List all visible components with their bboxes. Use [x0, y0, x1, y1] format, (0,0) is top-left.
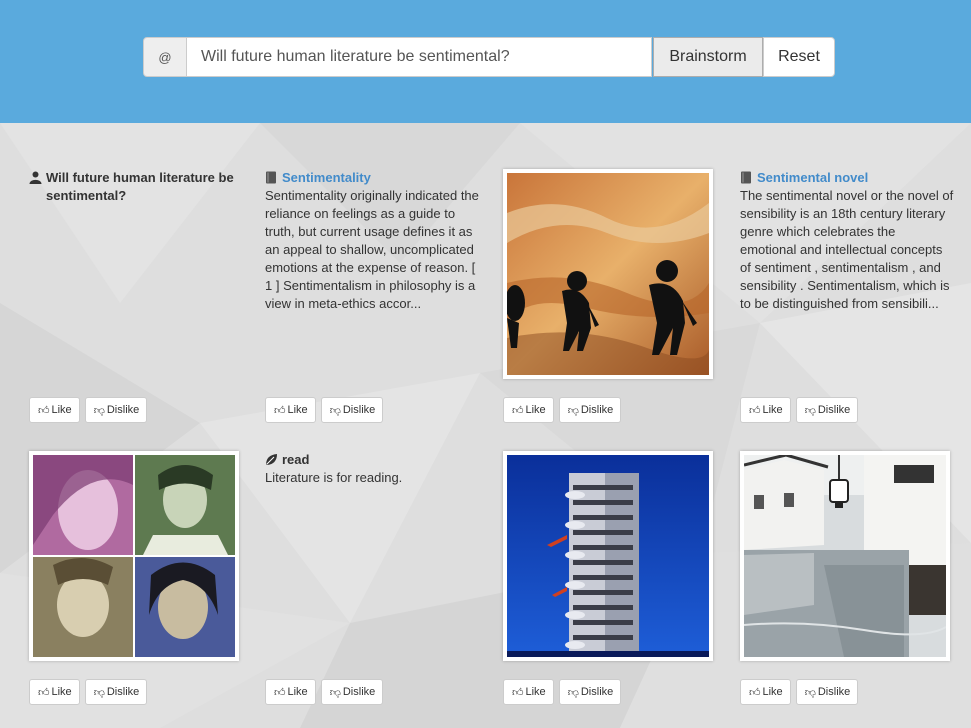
card-actions: 👍︎ Like 👎︎ Dislike — [265, 397, 384, 423]
leaf-icon — [266, 454, 277, 465]
book-icon — [266, 171, 276, 184]
article-link-sentimentality[interactable]: Sentimentality — [282, 169, 371, 187]
like-button[interactable]: 👍︎ Like — [265, 679, 316, 705]
like-button[interactable]: 👍︎ Like — [29, 397, 80, 423]
user-icon — [29, 171, 42, 184]
thumbs-up-icon: 👍︎ — [274, 404, 286, 417]
faces-collage-image — [33, 455, 235, 657]
at-addon: @ — [143, 37, 187, 77]
evolution-image — [507, 173, 709, 375]
image-card-faces[interactable] — [29, 451, 239, 661]
card-actions: 👍︎ Like 👎︎ Dislike — [740, 397, 859, 423]
thumbs-down-icon: 👎︎ — [329, 686, 341, 699]
thumbs-down-icon: 👎︎ — [93, 686, 105, 699]
image-card-evolution[interactable] — [503, 169, 713, 379]
dislike-button[interactable]: 👎︎ Dislike — [795, 397, 859, 423]
like-button[interactable]: 👍︎ Like — [503, 397, 554, 423]
card-actions: 👍︎ Like 👎︎ Dislike — [503, 397, 622, 423]
thumbs-up-icon: 👍︎ — [274, 686, 286, 699]
card-actions: 👍︎ Like 👎︎ Dislike — [740, 679, 859, 705]
comment-title: read — [282, 452, 310, 467]
image-card-canal[interactable] — [740, 451, 950, 661]
thumbs-up-icon: 👍︎ — [512, 686, 524, 699]
dislike-button[interactable]: 👎︎ Dislike — [320, 397, 384, 423]
article-card: Sentimental novel The sentimental novel … — [740, 169, 955, 313]
canal-image — [744, 455, 946, 657]
dislike-button[interactable]: 👎︎ Dislike — [558, 679, 622, 705]
tower-image — [507, 455, 709, 657]
dislike-button[interactable]: 👎︎ Dislike — [558, 397, 622, 423]
thumbs-up-icon: 👍︎ — [749, 404, 761, 417]
image-card-tower[interactable] — [503, 451, 713, 661]
card-actions: 👍︎ Like 👎︎ Dislike — [265, 679, 384, 705]
article-description: The sentimental novel or the novel of se… — [740, 188, 954, 311]
comment-description: Literature is for reading. — [265, 470, 403, 485]
search-input[interactable] — [187, 37, 652, 77]
article-card: Sentimentality Sentimentality originally… — [265, 169, 480, 313]
search-bar: @ Brainstorm Reset — [143, 37, 835, 77]
card-actions: 👍︎ Like 👎︎ Dislike — [29, 397, 148, 423]
card-actions: 👍︎ Like 👎︎ Dislike — [29, 679, 148, 705]
thumbs-up-icon: 👍︎ — [749, 686, 761, 699]
like-button[interactable]: 👍︎ Like — [265, 397, 316, 423]
dislike-button[interactable]: 👎︎ Dislike — [320, 679, 384, 705]
like-button[interactable]: 👍︎ Like — [29, 679, 80, 705]
reset-button[interactable]: Reset — [763, 37, 835, 77]
like-button[interactable]: 👍︎ Like — [740, 397, 791, 423]
dislike-button[interactable]: 👎︎ Dislike — [84, 397, 148, 423]
thumbs-up-icon: 👍︎ — [512, 404, 524, 417]
card-actions: 👍︎ Like 👎︎ Dislike — [503, 679, 622, 705]
thumbs-down-icon: 👎︎ — [93, 404, 105, 417]
thumbs-down-icon: 👎︎ — [804, 686, 816, 699]
thumbs-down-icon: 👎︎ — [329, 404, 341, 417]
like-button[interactable]: 👍︎ Like — [740, 679, 791, 705]
dislike-button[interactable]: 👎︎ Dislike — [795, 679, 859, 705]
thumbs-down-icon: 👎︎ — [567, 404, 579, 417]
book-icon — [741, 171, 751, 184]
thumbs-up-icon: 👍︎ — [38, 404, 50, 417]
brainstorm-button[interactable]: Brainstorm — [653, 37, 763, 77]
thumbs-down-icon: 👎︎ — [804, 404, 816, 417]
thumbs-up-icon: 👍︎ — [38, 686, 50, 699]
article-link-sentimental-novel[interactable]: Sentimental novel — [757, 169, 868, 187]
dislike-button[interactable]: 👎︎ Dislike — [84, 679, 148, 705]
like-button[interactable]: 👍︎ Like — [503, 679, 554, 705]
comment-card: read Literature is for reading. — [265, 451, 480, 487]
thumbs-down-icon: 👎︎ — [567, 686, 579, 699]
question-title: Will future human literature be sentimen… — [46, 170, 234, 203]
article-description: Sentimentality originally indicated the … — [265, 188, 479, 311]
question-card: Will future human literature be sentimen… — [29, 169, 244, 205]
